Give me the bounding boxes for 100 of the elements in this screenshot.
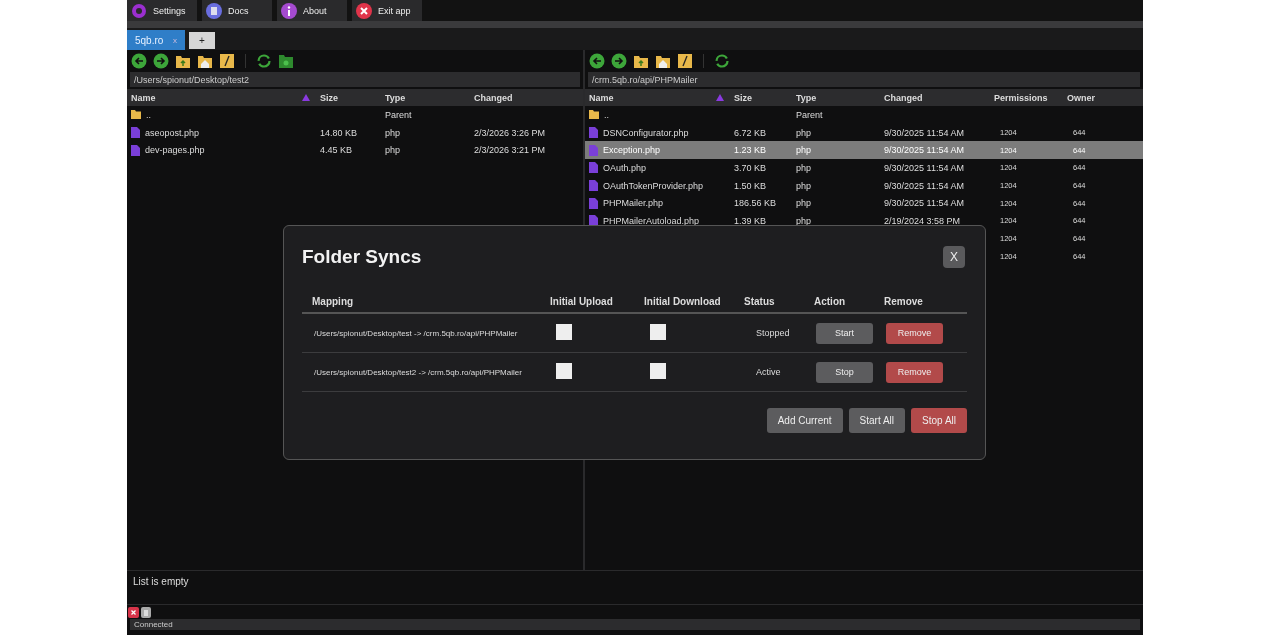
path-field[interactable]: /Users/spionut/Desktop/test2: [130, 72, 580, 87]
menu-button[interactable]: Docs: [202, 0, 272, 21]
table-cell: 1.23 KB: [734, 145, 767, 156]
php-file-icon: [589, 127, 598, 139]
table-cell: 3.70 KB: [734, 162, 767, 173]
dialog-button[interactable]: Stop All: [911, 408, 967, 433]
checkbox[interactable]: [650, 363, 666, 379]
table-cell: php: [796, 180, 812, 191]
table-cell: php: [385, 145, 401, 156]
document-icon: [206, 2, 222, 19]
table-cell: 4.45 KB: [320, 145, 353, 156]
file-row[interactable]: .. Parent: [127, 106, 583, 124]
table-cell: 9/30/2025 11:54 AM: [884, 198, 964, 209]
table-cell: php: [796, 145, 812, 156]
column-header[interactable]: Name: [131, 92, 156, 103]
close-icon: [356, 2, 372, 19]
file-name: ..: [146, 109, 151, 120]
column-header[interactable]: Type: [796, 92, 817, 103]
checkbox[interactable]: [556, 363, 572, 379]
remove-button[interactable]: Remove: [886, 361, 943, 383]
php-file-icon: [131, 144, 140, 156]
dialog-button[interactable]: Start All: [848, 408, 906, 433]
sort-arrow-icon: [716, 94, 724, 101]
php-file-icon: [589, 162, 598, 174]
php-file-icon: [589, 180, 598, 192]
remove-button[interactable]: Remove: [886, 322, 943, 344]
connection-tab[interactable]: 5qb.ro x: [127, 30, 185, 50]
mapping-text: /Users/spionut/Desktop/test2 -> /crm.5qb.ro/api/PHPMailer: [314, 367, 522, 377]
file-name: dev-pages.php: [145, 145, 205, 156]
file-name: PHPMailer.php: [603, 198, 664, 209]
dialog-button[interactable]: Add Current: [766, 408, 843, 433]
refresh-icon[interactable]: [256, 53, 272, 69]
column-header: Initial Upload: [550, 295, 613, 307]
home-folder-icon[interactable]: [197, 53, 213, 69]
trash-icon[interactable]: [141, 606, 151, 618]
column-header: Mapping: [312, 295, 354, 307]
home-folder-icon[interactable]: [655, 53, 671, 69]
table-cell: 9/30/2025 11:54 AM: [884, 145, 964, 156]
column-header: Action: [814, 295, 846, 307]
status-text: Active: [756, 367, 781, 377]
table-cell: 9/30/2025 11:54 AM: [884, 180, 964, 191]
file-row[interactable]: .. Parent: [585, 106, 1143, 124]
sort-arrow-icon: [302, 94, 310, 101]
column-header[interactable]: Type: [385, 92, 406, 103]
close-button[interactable]: X: [943, 246, 965, 268]
refresh-icon[interactable]: [714, 53, 730, 69]
column-header[interactable]: Size: [734, 92, 752, 103]
log-message: List is empty: [133, 576, 189, 587]
file-name: Exception.php: [603, 145, 661, 156]
status-text: Stopped: [756, 328, 790, 338]
menu-button[interactable]: Settings: [127, 0, 197, 21]
table-cell: php: [796, 127, 812, 138]
info-icon: [281, 2, 297, 19]
root-folder-icon[interactable]: [677, 53, 693, 69]
file-row[interactable]: dev-pages.php 4.45 KB php 2/3/2026 3:21 PM: [127, 141, 583, 160]
action-button[interactable]: Stop: [816, 361, 873, 383]
table-cell: Parent: [796, 109, 823, 120]
php-file-icon: [131, 127, 140, 139]
table-cell: 1.50 KB: [734, 180, 767, 191]
column-header: Remove: [884, 295, 923, 307]
php-file-icon: [589, 215, 598, 227]
file-name: OAuthTokenProvider.php: [603, 180, 704, 191]
menu-button[interactable]: About: [277, 0, 347, 21]
column-header[interactable]: Owner: [1067, 92, 1095, 103]
table-cell: 2/3/2026 3:21 PM: [474, 145, 546, 156]
folder-up-icon[interactable]: [175, 53, 191, 69]
table-cell: 14.80 KB: [320, 127, 358, 138]
mapping-text: /Users/spionut/Desktop/test -> /crm.5qb.ro/api/PHPMailer: [314, 328, 518, 338]
table-cell: php: [796, 162, 812, 173]
table-cell: Parent: [385, 109, 412, 120]
root-folder-icon[interactable]: [219, 53, 235, 69]
folder-up-icon[interactable]: [633, 53, 649, 69]
dialog-title: Folder Syncs: [302, 246, 422, 268]
checkbox[interactable]: [650, 324, 666, 340]
folder-icon: [131, 110, 141, 120]
folder-icon: [589, 110, 599, 120]
column-header[interactable]: Name: [589, 92, 614, 103]
php-file-icon: [589, 197, 598, 209]
new-folder-icon[interactable]: [278, 53, 294, 69]
close-icon[interactable]: [128, 606, 139, 618]
file-row[interactable]: aseopost.php 14.80 KB php 2/3/2026 3:26 PM: [127, 123, 583, 142]
column-header: Initial Download: [644, 295, 721, 307]
column-header[interactable]: Permissions: [994, 92, 1048, 103]
checkbox[interactable]: [556, 324, 572, 340]
column-header[interactable]: Size: [320, 92, 338, 103]
file-name: ..: [604, 109, 609, 120]
table-cell: 2/3/2026 3:26 PM: [474, 127, 546, 138]
path-field[interactable]: /crm.5qb.ro/api/PHPMailer: [588, 72, 1140, 87]
table-cell: 1.39 KB: [734, 215, 767, 226]
column-header[interactable]: Changed: [474, 92, 513, 103]
table-cell: php: [796, 198, 812, 209]
table-cell: 186.56 KB: [734, 198, 777, 209]
new-tab-button[interactable]: +: [189, 32, 215, 49]
table-cell: php: [796, 215, 812, 226]
column-header[interactable]: Changed: [884, 92, 923, 103]
table-cell: 2/19/2024 3:58 PM: [884, 215, 961, 226]
menu-button[interactable]: Exit app: [352, 0, 422, 21]
action-button[interactable]: Start: [816, 322, 873, 344]
table-cell: php: [385, 127, 401, 138]
file-name: DSNConfigurator.php: [603, 127, 689, 138]
